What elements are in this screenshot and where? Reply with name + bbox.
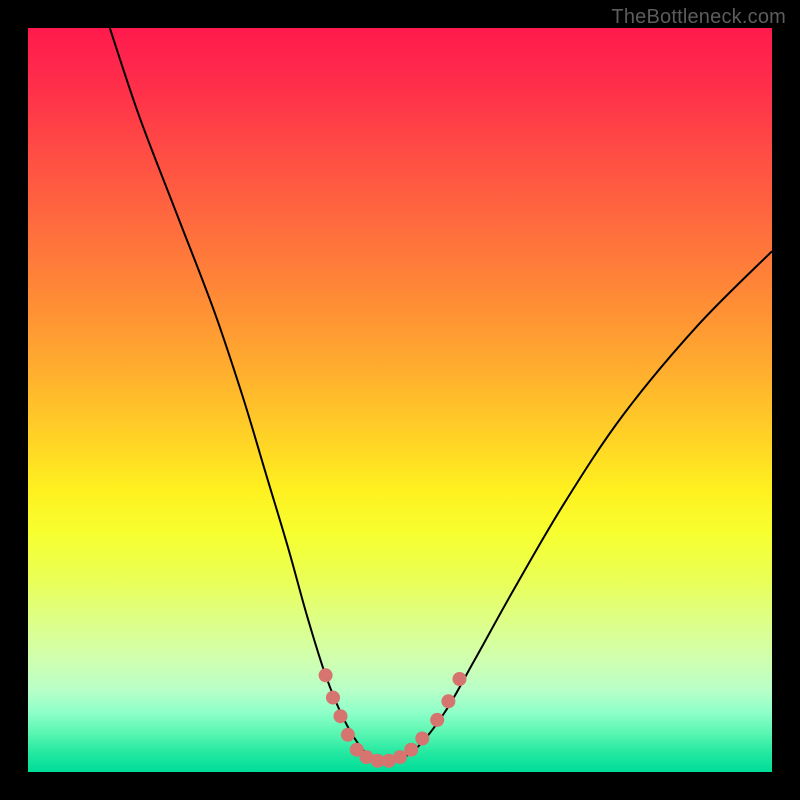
highlight-dot xyxy=(415,732,429,746)
plot-area xyxy=(28,28,772,772)
highlight-dot xyxy=(453,672,467,686)
curve-layer xyxy=(28,28,772,772)
watermark-text: TheBottleneck.com xyxy=(611,6,786,29)
highlight-dot xyxy=(334,709,348,723)
highlight-dot xyxy=(404,743,418,757)
highlight-dot xyxy=(441,694,455,708)
highlight-dot xyxy=(319,668,333,682)
highlight-dot xyxy=(326,691,340,705)
highlight-dot xyxy=(430,713,444,727)
bottleneck-curve xyxy=(110,28,772,762)
highlight-dot xyxy=(341,728,355,742)
chart-frame: TheBottleneck.com xyxy=(0,0,800,800)
